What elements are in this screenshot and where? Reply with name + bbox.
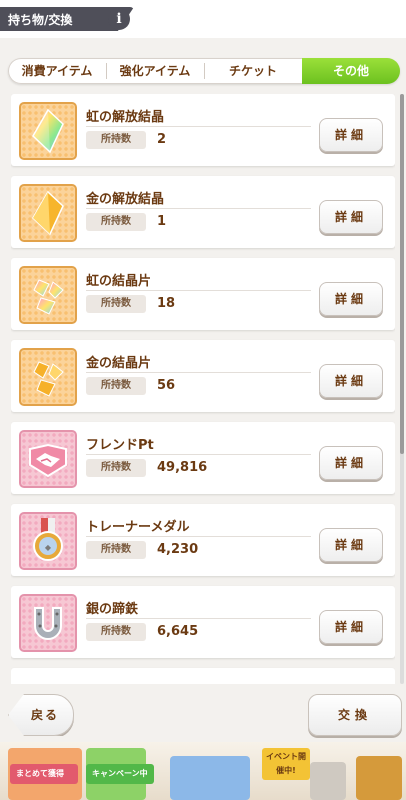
scrollbar[interactable] xyxy=(400,94,404,684)
detail-button[interactable]: 詳細 xyxy=(319,528,383,562)
owned-label: 所持数 xyxy=(86,295,146,313)
horseshoe-icon xyxy=(19,594,77,652)
divider xyxy=(86,536,311,537)
item-name: 金の解放結晶 xyxy=(86,192,165,207)
owned-label: 所持数 xyxy=(86,541,146,559)
item-list: 虹の解放結晶 所持数 2 詳細 金の解放結晶 所持数 1 詳細 虹の結晶片 所持… xyxy=(11,94,395,684)
info-icon[interactable]: i xyxy=(108,8,130,30)
detail-button[interactable]: 詳細 xyxy=(319,282,383,316)
scrollbar-thumb[interactable] xyxy=(400,94,404,454)
item-name: トレーナーメダル xyxy=(86,520,190,535)
item-name: フレンドPt xyxy=(86,438,154,453)
owned-count: 4,230 xyxy=(157,542,199,557)
list-item: 虹の解放結晶 所持数 2 詳細 xyxy=(11,94,395,166)
divider xyxy=(86,372,311,373)
page-title: 持ち物/交換 xyxy=(8,13,73,27)
header: 持ち物/交換 i xyxy=(0,0,406,38)
tab-enhancement-items[interactable]: 強化アイテム xyxy=(106,58,204,84)
divider xyxy=(86,454,311,455)
owned-label: 所持数 xyxy=(86,377,146,395)
item-name: 銀の蹄鉄 xyxy=(86,602,139,617)
owned-count: 1 xyxy=(157,214,167,229)
item-name: 金の結晶片 xyxy=(86,356,152,371)
item-name: 虹の結晶片 xyxy=(86,274,152,289)
divider xyxy=(86,290,311,291)
owned-count: 2 xyxy=(157,132,167,147)
owned-label: 所持数 xyxy=(86,459,146,477)
owned-count: 49,816 xyxy=(157,460,208,475)
owned-label: 所持数 xyxy=(86,213,146,231)
rainbow-crystal-icon xyxy=(19,102,77,160)
exchange-button[interactable]: 交換 xyxy=(308,694,402,736)
owned-count: 18 xyxy=(157,296,176,311)
handshake-icon xyxy=(19,430,77,488)
owned-count: 6,645 xyxy=(157,624,199,639)
list-item: 虹の結晶片 所持数 18 詳細 xyxy=(11,258,395,330)
item-name: 虹の解放結晶 xyxy=(86,110,165,125)
owned-count: 56 xyxy=(157,378,176,393)
gold-shard-icon xyxy=(19,348,77,406)
divider xyxy=(86,618,311,619)
list-item: フレンドPt 所持数 49,816 詳細 xyxy=(11,422,395,494)
tab-others[interactable]: その他 xyxy=(302,58,400,84)
trophy-icon[interactable] xyxy=(356,756,402,800)
list-item: ◆ トレーナーメダル 所持数 4,230 詳細 xyxy=(11,504,395,576)
divider xyxy=(86,126,311,127)
detail-button[interactable]: 詳細 xyxy=(319,118,383,152)
divider xyxy=(86,208,311,209)
footer-banners: まとめて獲得 キャンペーン中 イベント開催中! xyxy=(0,742,406,800)
tab-consumables[interactable]: 消費アイテム xyxy=(8,58,106,84)
list-item: 金の結晶片 所持数 56 詳細 xyxy=(11,340,395,412)
banner-campaign[interactable]: キャンペーン中 xyxy=(86,764,154,784)
detail-button[interactable]: 詳細 xyxy=(319,610,383,644)
medal-icon: ◆ xyxy=(19,512,77,570)
detail-button[interactable]: 詳細 xyxy=(319,364,383,398)
category-tabs: 消費アイテム 強化アイテム チケット その他 xyxy=(8,58,400,84)
list-item: 金の解放結晶 所持数 1 詳細 xyxy=(11,176,395,248)
svg-text:◆: ◆ xyxy=(45,543,52,552)
back-button[interactable]: 戻る xyxy=(8,694,74,736)
detail-button[interactable]: 詳細 xyxy=(319,200,383,234)
bottom-bar: 戻る 交換 xyxy=(0,684,406,742)
owned-label: 所持数 xyxy=(86,131,146,149)
list-item-partial xyxy=(11,668,395,684)
banner-bulk-acquire[interactable]: まとめて獲得 xyxy=(10,764,78,784)
list-item: 銀の蹄鉄 所持数 6,645 詳細 xyxy=(11,586,395,658)
tab-tickets[interactable]: チケット xyxy=(204,58,302,84)
banner-event[interactable]: イベント開催中! xyxy=(262,748,310,780)
character-icon[interactable] xyxy=(310,762,346,800)
gold-crystal-icon xyxy=(19,184,77,242)
building-icon[interactable] xyxy=(170,756,250,800)
rainbow-shard-icon xyxy=(19,266,77,324)
owned-label: 所持数 xyxy=(86,623,146,641)
detail-button[interactable]: 詳細 xyxy=(319,446,383,480)
